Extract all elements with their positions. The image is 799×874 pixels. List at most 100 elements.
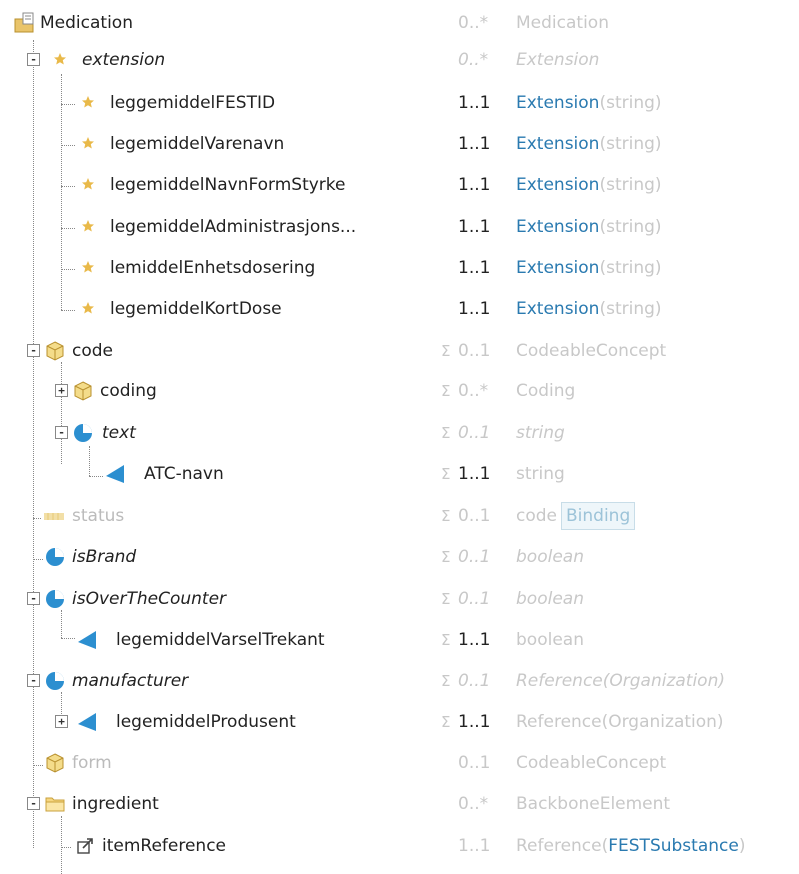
element-name: ingredient bbox=[72, 794, 159, 814]
tree-row[interactable]: itemReference 1..1 Reference(FESTSubstan… bbox=[0, 826, 799, 867]
element-type: Coding bbox=[516, 381, 576, 401]
tree-line bbox=[61, 104, 75, 105]
tree-row[interactable]: legemiddelNavnFormStyrke 1..1 Extension(… bbox=[0, 165, 799, 206]
type-param[interactable]: string bbox=[606, 93, 655, 113]
collapse-toggle[interactable]: - bbox=[27, 797, 40, 810]
element-name: legemiddelVarselTrekant bbox=[116, 630, 325, 650]
type-param[interactable]: string bbox=[606, 217, 655, 237]
cardinality: 0..1 bbox=[458, 506, 491, 526]
type-link[interactable]: Extension bbox=[516, 134, 599, 154]
summary-sigma: Σ bbox=[441, 548, 451, 566]
expand-toggle[interactable]: + bbox=[55, 715, 68, 728]
tree-row[interactable]: - isOverTheCounter Σ 0..1 boolean bbox=[0, 579, 799, 620]
tree-row[interactable]: form 0..1 CodeableConcept bbox=[0, 743, 799, 784]
collapse-toggle[interactable]: - bbox=[27, 53, 40, 66]
code-icon bbox=[42, 505, 64, 525]
tree-row[interactable]: legemiddelVarselTrekant Σ 1..1 boolean bbox=[0, 620, 799, 661]
tree-row[interactable]: - ingredient 0..* BackboneElement bbox=[0, 784, 799, 825]
cardinality: 0..* bbox=[458, 794, 489, 814]
type-link[interactable]: Extension bbox=[516, 93, 599, 113]
type-param[interactable]: FESTSubstance bbox=[608, 836, 739, 856]
binding-badge[interactable]: Binding bbox=[561, 502, 636, 530]
cardinality: 0..1 bbox=[458, 671, 491, 691]
star-icon bbox=[78, 133, 98, 153]
tree-row[interactable]: legemiddelVarenavn 1..1 Extension(string… bbox=[0, 124, 799, 165]
tree-row[interactable]: - manufacturer Σ 0..1 Reference(Organiza… bbox=[0, 661, 799, 702]
summary-sigma: Σ bbox=[441, 382, 451, 400]
root-folder-icon bbox=[14, 12, 34, 33]
type-param[interactable]: string bbox=[606, 134, 655, 154]
tree-row[interactable]: ATC-navn Σ 1..1 string bbox=[0, 454, 799, 495]
element-name: leggemiddelFESTID bbox=[110, 93, 276, 113]
tree-row[interactable]: + coding Σ 0..* Coding bbox=[0, 371, 799, 412]
element-name: legemiddelProdusent bbox=[116, 712, 296, 732]
collapse-toggle[interactable]: - bbox=[55, 426, 68, 439]
type-link[interactable]: Extension bbox=[516, 258, 599, 278]
star-icon bbox=[78, 298, 98, 318]
expand-toggle[interactable]: + bbox=[55, 384, 68, 397]
tree-row[interactable]: status Σ 0..1 code Binding bbox=[0, 496, 799, 537]
type-link[interactable]: Extension bbox=[516, 175, 599, 195]
summary-sigma: Σ bbox=[441, 342, 451, 360]
cardinality: 1..1 bbox=[458, 836, 491, 856]
cardinality: 0..1 bbox=[458, 753, 491, 773]
tree-row[interactable]: legemiddelKortDose 1..1 Extension(string… bbox=[0, 289, 799, 330]
cardinality: 1..1 bbox=[458, 258, 491, 278]
element-type: boolean bbox=[516, 630, 584, 650]
element-name: isBrand bbox=[72, 547, 137, 567]
tree-row[interactable]: leggemiddelFESTID 1..1 Extension(string) bbox=[0, 83, 799, 124]
element-type: string bbox=[516, 423, 565, 443]
tree-row[interactable]: - text Σ 0..1 string bbox=[0, 413, 799, 454]
tree-row[interactable]: Medication 0..* Medication bbox=[0, 3, 799, 44]
element-name: legemiddelAdministrasjons... bbox=[110, 217, 357, 237]
tree-row[interactable]: legemiddelAdministrasjons... 1..1 Extens… bbox=[0, 207, 799, 248]
type-link[interactable]: Reference bbox=[516, 836, 602, 856]
element-type: Extension(string) bbox=[516, 134, 662, 154]
element-type: Reference(Organization) bbox=[516, 671, 725, 691]
element-type: Extension(string) bbox=[516, 299, 662, 319]
tree-line bbox=[33, 765, 43, 766]
reference-icon bbox=[74, 835, 94, 855]
type-param[interactable]: string bbox=[606, 299, 655, 319]
element-type: boolean bbox=[516, 589, 584, 609]
summary-sigma: Σ bbox=[441, 672, 451, 690]
cardinality: 0..1 bbox=[458, 547, 491, 567]
element-type: Reference(FESTSubstance) bbox=[516, 836, 746, 856]
tree-line bbox=[61, 186, 75, 187]
type-param[interactable]: string bbox=[606, 175, 655, 195]
element-type: Extension(string) bbox=[516, 175, 662, 195]
star-icon bbox=[78, 174, 98, 194]
cardinality: 0..* bbox=[458, 50, 489, 70]
tree-row[interactable]: - extension 0..* Extension bbox=[0, 40, 799, 81]
folder-icon bbox=[44, 793, 65, 813]
tree-row[interactable]: - code Σ 0..1 CodeableConcept bbox=[0, 331, 799, 372]
slice-icon bbox=[76, 711, 96, 731]
element-name: legemiddelVarenavn bbox=[110, 134, 285, 154]
slice-icon bbox=[104, 463, 124, 483]
collapse-toggle[interactable]: - bbox=[27, 344, 40, 357]
summary-sigma: Σ bbox=[441, 713, 451, 731]
type-param[interactable]: string bbox=[606, 258, 655, 278]
type-link[interactable]: Extension bbox=[516, 217, 599, 237]
element-name: Medication bbox=[40, 13, 133, 33]
element-type: CodeableConcept bbox=[516, 341, 667, 361]
cardinality: 0..1 bbox=[458, 589, 491, 609]
element-type: string bbox=[516, 464, 565, 484]
cardinality: 1..1 bbox=[458, 217, 491, 237]
type-link[interactable]: Extension bbox=[516, 299, 599, 319]
tree-row[interactable]: lemiddelEnhetsdosering 1..1 Extension(st… bbox=[0, 248, 799, 289]
star-icon bbox=[50, 49, 70, 69]
element-type: Extension(string) bbox=[516, 217, 662, 237]
collapse-toggle[interactable]: - bbox=[27, 674, 40, 687]
tree-row[interactable]: + legemiddelProdusent Σ 1..1 Reference(O… bbox=[0, 702, 799, 743]
element-name: coding bbox=[100, 381, 157, 401]
tree-row[interactable]: isBrand Σ 0..1 boolean bbox=[0, 537, 799, 578]
element-name: ATC-navn bbox=[144, 464, 224, 484]
tree-line bbox=[61, 228, 75, 229]
summary-sigma: Σ bbox=[441, 631, 451, 649]
cardinality: 0..* bbox=[458, 381, 489, 401]
element-name: extension bbox=[82, 50, 166, 70]
cube-icon bbox=[72, 380, 92, 401]
element-name: lemiddelEnhetsdosering bbox=[110, 258, 316, 278]
collapse-toggle[interactable]: - bbox=[27, 592, 40, 605]
